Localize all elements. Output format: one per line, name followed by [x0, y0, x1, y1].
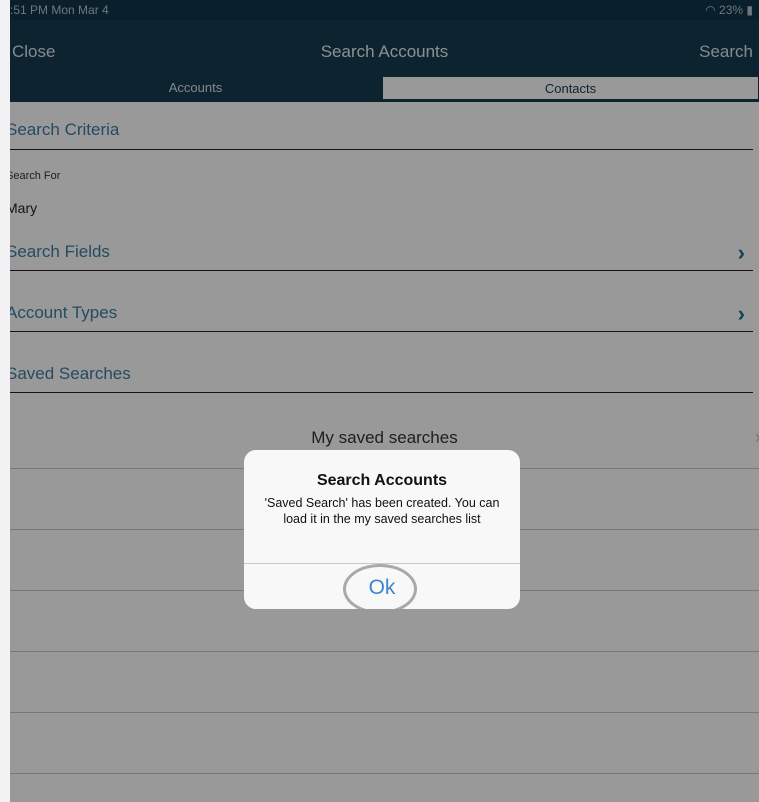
app-frame: :51 PM Mon Mar 4 ◠ 23% ▮ Close Search Ac… — [10, 0, 759, 802]
modal-overlay — [10, 0, 759, 802]
alert-message: 'Saved Search' has been created. You can… — [264, 496, 500, 526]
alert-dialog: Search Accounts 'Saved Search' has been … — [244, 450, 520, 609]
highlight-ring — [343, 564, 417, 609]
alert-title: Search Accounts — [316, 472, 448, 489]
ok-button[interactable]: Ok — [244, 564, 520, 609]
